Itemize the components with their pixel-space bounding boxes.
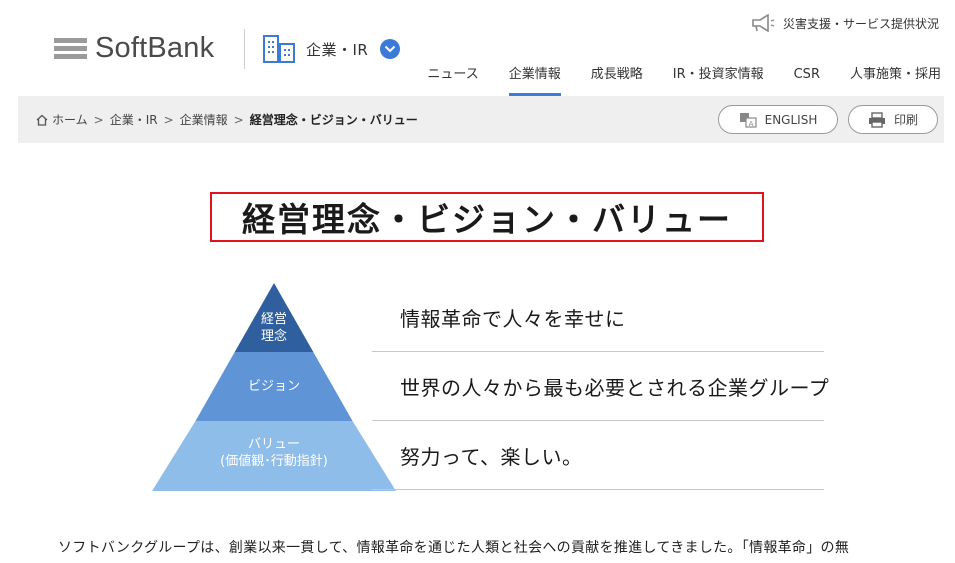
header-divider	[244, 29, 245, 69]
printer-icon	[868, 111, 885, 128]
breadcrumb-current: 経営理念・ビジョン・バリュー	[249, 113, 418, 127]
svg-text:A: A	[748, 120, 753, 128]
megaphone-icon	[752, 14, 775, 32]
breadcrumb: ホーム > 企業・IR > 企業情報 > 経営理念・ビジョン・バリュー	[36, 96, 418, 143]
home-icon	[36, 114, 48, 126]
breadcrumb-corp-ir[interactable]: 企業・IR	[110, 111, 158, 128]
global-nav: ニュース 企業情報 成長戦略 IR・投資家情報 CSR 人事施策・採用	[397, 62, 941, 96]
disaster-support-label: 災害支援・サービス提供状況	[782, 16, 939, 31]
english-label: ENGLISH	[764, 112, 818, 127]
nav-csr[interactable]: CSR	[794, 62, 820, 96]
breadcrumb-separator: >	[93, 112, 104, 127]
statement-vision: 世界の人々から最も必要とされる企業グループ	[400, 375, 830, 400]
print-button[interactable]: 印刷	[848, 105, 938, 134]
nav-news[interactable]: ニュース	[427, 62, 478, 96]
breadcrumb-bar: ホーム > 企業・IR > 企業情報 > 経営理念・ビジョン・バリュー A EN…	[18, 96, 944, 143]
disaster-support-link[interactable]: 災害支援・サービス提供状況	[751, 14, 939, 32]
statement-philosophy: 情報革命で人々を幸せに	[400, 306, 626, 331]
statement-row-vision: 世界の人々から最も必要とされる企業グループ	[372, 352, 829, 421]
logo-text: SoftBank	[95, 31, 215, 64]
philosophy-statements: 情報革命で人々を幸せに 世界の人々から最も必要とされる企業グループ 努力って、楽…	[372, 283, 829, 490]
statement-row-value: 努力って、楽しい。	[372, 421, 824, 490]
breadcrumb-separator: >	[163, 112, 174, 127]
nav-corporate-info[interactable]: 企業情報	[508, 62, 561, 96]
nav-hr-recruit[interactable]: 人事施策・採用	[850, 62, 941, 96]
breadcrumb-home[interactable]: ホーム	[52, 111, 88, 128]
breadcrumb-corp-info[interactable]: 企業情報	[180, 111, 228, 128]
breadcrumb-separator: >	[233, 112, 244, 127]
nav-ir[interactable]: IR・投資家情報	[673, 62, 764, 96]
statement-row-philosophy: 情報革命で人々を幸せに	[372, 283, 824, 352]
statement-value: 努力って、楽しい。	[400, 444, 583, 469]
page-title: 経営理念・ビジョン・バリュー	[242, 200, 732, 239]
softbank-logo[interactable]: SoftBank	[54, 28, 214, 68]
pyramid-label-vision: ビジョン	[247, 379, 300, 394]
translate-icon: A	[739, 112, 757, 128]
corp-ir-label: 企業・IR	[306, 40, 369, 59]
pyramid-label-value: バリュー (価値観･行動指針)	[220, 437, 328, 469]
english-button[interactable]: A ENGLISH	[718, 105, 838, 134]
pyramid-label-philosophy: 経営 理念	[260, 312, 287, 344]
philosophy-pyramid: 経営 理念 ビジョン バリュー (価値観･行動指針)	[152, 283, 396, 491]
chevron-down-icon[interactable]	[380, 39, 401, 59]
print-label: 印刷	[893, 113, 918, 127]
corp-ir-menu[interactable]: 企業・IR	[262, 33, 401, 65]
building-icon	[263, 35, 295, 63]
intro-paragraph: ソフトバンクグループは、創業以来一貫して、情報革命を通じた人類と社会への貢献を推…	[58, 540, 850, 556]
logo-mark-icon	[54, 37, 87, 59]
nav-growth-strategy[interactable]: 成長戦略	[591, 62, 643, 96]
page-title-box: 経営理念・ビジョン・バリュー	[210, 192, 764, 242]
